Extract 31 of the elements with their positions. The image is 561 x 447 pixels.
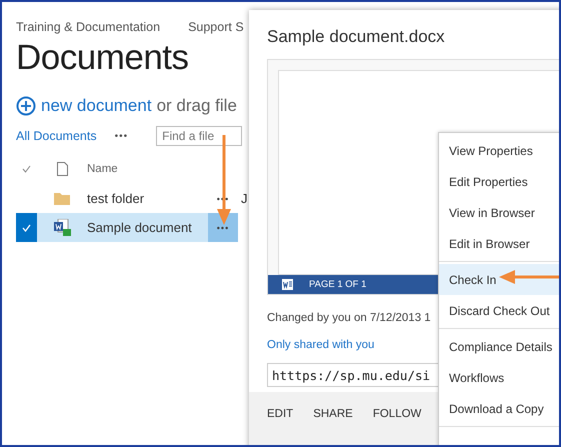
folder-icon xyxy=(54,192,70,205)
breadcrumb-link[interactable]: Support S xyxy=(188,20,244,34)
document-icon xyxy=(56,162,68,176)
action-button[interactable]: SHARE xyxy=(313,408,353,420)
changed-info: Changed by you on 7/12/2013 1 xyxy=(267,312,432,324)
checkmark-icon[interactable] xyxy=(22,224,31,232)
new-document-link[interactable]: new document xyxy=(41,96,152,116)
menu-item[interactable]: Check In xyxy=(439,264,559,295)
add-icon[interactable] xyxy=(16,96,36,116)
search-field[interactable]: Find a file xyxy=(156,126,242,146)
breadcrumb-link[interactable]: Training & Documentation xyxy=(16,20,160,34)
more-options[interactable]: ••• xyxy=(208,213,238,242)
table-cell: J xyxy=(241,191,248,206)
arrow-icon xyxy=(217,135,231,227)
document-row[interactable]: Sample document ••• xyxy=(16,213,238,242)
word-icon xyxy=(282,279,293,290)
column-header[interactable]: Name xyxy=(87,163,118,175)
callout-title: Sample document.docx xyxy=(266,26,446,47)
check-icon[interactable] xyxy=(22,165,31,173)
file-name[interactable]: test folder xyxy=(87,191,144,206)
page-count: PAGE 1 OF 1 xyxy=(309,279,366,290)
action-button[interactable]: EDIT xyxy=(267,408,294,420)
page-title: Documents xyxy=(16,38,190,78)
sharing-link[interactable]: Only shared with you xyxy=(267,339,374,351)
more-options[interactable]: ••• xyxy=(114,130,128,142)
view-link[interactable]: All Documents xyxy=(16,129,97,143)
drag-files-text: or drag file xyxy=(156,96,237,116)
word-file-icon xyxy=(54,219,70,236)
action-button[interactable]: FOLLOW xyxy=(372,408,422,420)
file-name[interactable]: Sample document xyxy=(87,220,192,235)
arrow-icon xyxy=(499,270,559,284)
